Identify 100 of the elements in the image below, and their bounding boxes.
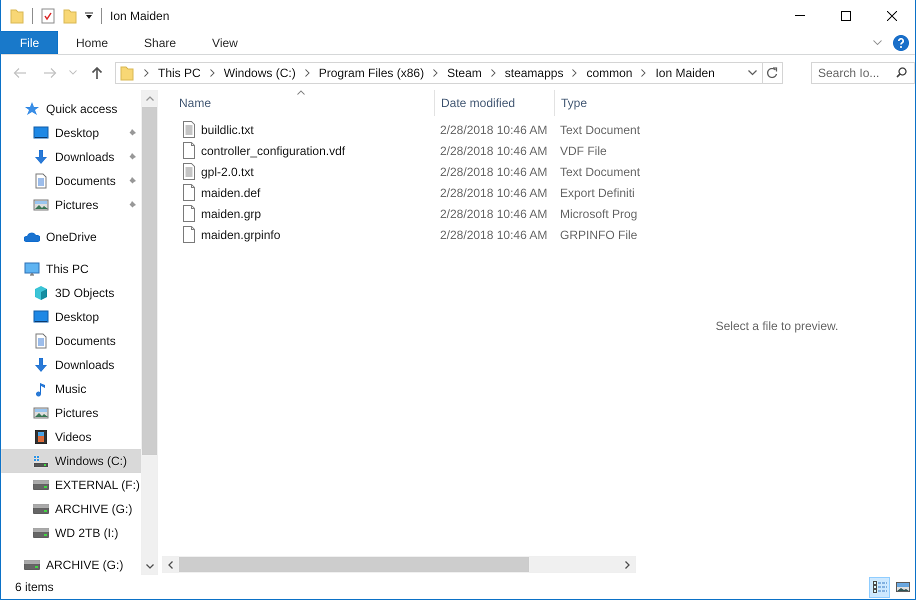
pin-icon[interactable] (127, 152, 137, 162)
large-icons-view-icon (894, 580, 910, 594)
ribbon-tab[interactable]: Share (126, 31, 194, 54)
drive-icon (33, 477, 49, 493)
refresh-icon[interactable] (766, 66, 778, 78)
help-icon[interactable] (893, 34, 909, 50)
picture-icon (33, 405, 49, 421)
search-box[interactable]: Search Io... (811, 62, 915, 84)
picture-icon (33, 197, 49, 213)
chevron-icon[interactable] (641, 68, 646, 76)
breadcrumb[interactable]: Windows (C:) (224, 66, 296, 80)
download-icon (33, 357, 49, 373)
download-icon (33, 149, 49, 165)
document-icon (33, 333, 49, 349)
file-type: Text Document (560, 164, 640, 178)
file-type: Text Document (560, 122, 640, 136)
desktop-icon (33, 125, 49, 141)
file-name[interactable]: maiden.grp (201, 206, 262, 220)
close-icon (887, 10, 897, 20)
file-type: VDF File (560, 144, 607, 158)
file-name[interactable]: gpl-2.0.txt (201, 164, 254, 178)
file-icon (182, 226, 195, 243)
breadcrumb[interactable]: Ion Maiden (655, 66, 715, 80)
file-type: GRPINFO File (560, 228, 638, 242)
computer-icon (24, 261, 40, 277)
chevron-icon[interactable] (433, 68, 438, 76)
up-arrow-icon[interactable] (91, 66, 103, 80)
item-count: 6 items (15, 580, 54, 594)
file-name[interactable]: maiden.grpinfo (201, 228, 280, 242)
navigation-item[interactable]: Desktop (1, 121, 141, 145)
file-icon (182, 184, 195, 201)
navigation-item[interactable]: EXTERNAL (F:) (1, 473, 141, 497)
column-header[interactable]: Type (554, 90, 639, 116)
breadcrumb[interactable]: steamapps (504, 66, 564, 80)
file-icon (182, 205, 195, 222)
chevron-icon[interactable] (144, 68, 149, 76)
vertical-scrollbar[interactable] (141, 90, 158, 575)
navigation-item[interactable]: Documents (1, 329, 141, 353)
ribbon-tab[interactable]: Home (58, 31, 126, 54)
navigation-item[interactable]: WD 2TB (I:) (1, 521, 141, 545)
file-name[interactable]: maiden.def (201, 186, 260, 200)
search-field[interactable]: Search Io... (818, 66, 896, 80)
navigation-item[interactable]: ARCHIVE (G:) (1, 553, 141, 575)
text-file-icon (182, 163, 195, 180)
scroll-left-icon[interactable] (168, 560, 173, 568)
navigation-item[interactable]: Windows (C:) (1, 449, 141, 473)
chevron-icon[interactable] (304, 68, 310, 76)
breadcrumb[interactable]: Program Files (x86) (318, 66, 424, 80)
breadcrumb[interactable]: Steam (447, 66, 482, 80)
navigation-item[interactable]: ARCHIVE (G:) (1, 497, 141, 521)
navigation-item[interactable]: Desktop (1, 305, 141, 329)
navigation-item[interactable]: Downloads (1, 145, 141, 169)
date-modified: 2/28/2018 10:46 AM (440, 122, 548, 136)
chevron-icon[interactable] (572, 68, 578, 76)
navigation-item[interactable]: Documents (1, 169, 141, 193)
date-modified: 2/28/2018 10:46 AM (440, 186, 548, 200)
column-header[interactable]: Date modified (434, 90, 554, 116)
pin-icon[interactable] (127, 200, 137, 210)
breadcrumb[interactable]: common (586, 66, 632, 80)
dropdown-icon[interactable] (85, 12, 93, 20)
date-modified: 2/28/2018 10:46 AM (440, 228, 548, 242)
file-icon (182, 142, 195, 159)
pin-icon[interactable] (127, 176, 137, 186)
navigation-item[interactable]: Downloads (1, 353, 141, 377)
scroll-down-icon[interactable] (146, 564, 154, 569)
folder-icon (120, 64, 134, 80)
navigation-item[interactable]: This PC (1, 257, 141, 281)
file-name[interactable]: buildlic.txt (201, 122, 254, 136)
drive-icon (33, 501, 49, 517)
pin-icon[interactable] (127, 128, 137, 138)
ribbon-tab[interactable]: View (194, 31, 256, 54)
navigation-item[interactable]: Videos (1, 425, 141, 449)
maximize-icon (841, 10, 851, 20)
date-modified: 2/28/2018 10:46 AM (440, 144, 548, 158)
drive-icon (33, 453, 49, 469)
chevron-icon[interactable] (210, 68, 215, 76)
file-type: Export Definiti (560, 186, 635, 200)
date-modified: 2/28/2018 10:46 AM (440, 206, 548, 220)
file-name[interactable]: controller_configuration.vdf (201, 144, 346, 158)
file-menu-button[interactable]: File (1, 31, 58, 54)
properties-icon[interactable] (41, 8, 55, 24)
horizontal-scrollbar[interactable] (162, 556, 636, 573)
text-file-icon (182, 121, 195, 138)
chevron-icon[interactable] (490, 68, 496, 76)
navigation-item[interactable]: Pictures (1, 193, 141, 217)
column-header[interactable]: Name (158, 90, 434, 116)
breadcrumb[interactable]: This PC (158, 66, 201, 80)
navigation-item[interactable]: Quick access (1, 97, 141, 121)
document-icon (33, 173, 49, 189)
desktop-icon (33, 309, 49, 325)
details-view-button[interactable] (869, 576, 890, 598)
navigation-item[interactable]: Music (1, 377, 141, 401)
window-title: Ion Maiden (110, 8, 170, 22)
address-bar[interactable]: This PC Windows (C:) Program Files (x86) Steam steamapps common Ion Maiden (115, 62, 783, 84)
navigation-item[interactable]: Pictures (1, 401, 141, 425)
scroll-right-icon[interactable] (625, 560, 630, 568)
drive-icon (33, 525, 49, 541)
navigation-item[interactable]: 3D Objects (1, 281, 141, 305)
expand-ribbon-icon[interactable] (873, 40, 882, 46)
navigation-item[interactable]: OneDrive (1, 225, 141, 249)
